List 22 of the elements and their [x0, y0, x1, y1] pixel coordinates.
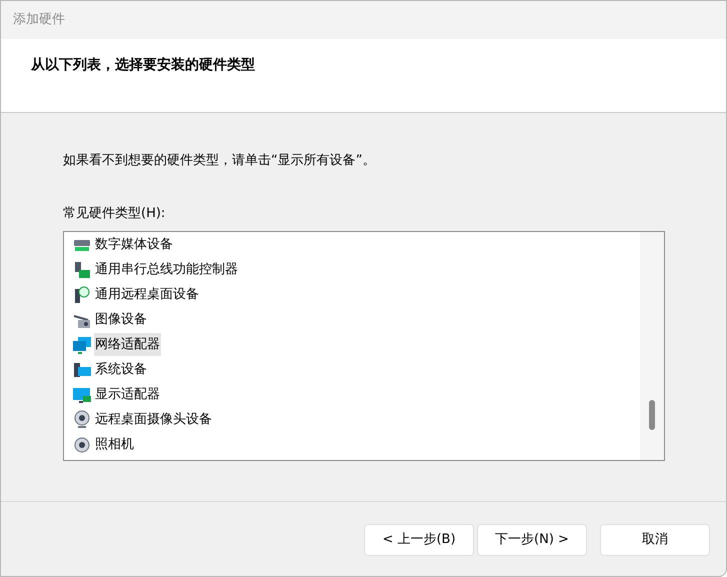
list-item[interactable]: 系统设备 [94, 358, 148, 381]
remote-desktop-icon [72, 284, 92, 304]
list-item[interactable]: 通用远程桌面设备 [94, 283, 200, 306]
list-item[interactable]: 图像设备 [94, 308, 148, 331]
scrollbar[interactable] [640, 232, 664, 460]
wizard-button[interactable]: < 上一步(B) [364, 524, 474, 556]
list-item[interactable]: 网络适配器 [94, 333, 161, 356]
list-item[interactable]: 远程桌面摄像头设备 [94, 408, 213, 431]
list-label: 常见硬件类型(H): [63, 204, 166, 222]
list-item[interactable]: 显示适配器 [94, 383, 161, 406]
list-item[interactable]: 数字媒体设备 [94, 233, 174, 256]
instruction-text: 如果看不到想要的硬件类型，请单击“显示所有设备”。 [63, 152, 376, 170]
list-item[interactable]: 照相机 [94, 433, 135, 456]
page-heading: 从以下列表，选择要安装的硬件类型 [31, 56, 255, 75]
webcam-icon [72, 410, 92, 430]
wizard-button[interactable]: 取消 [600, 524, 710, 556]
usb-device-icon [72, 260, 92, 280]
window-title: 添加硬件 [13, 11, 65, 30]
network-icon [72, 334, 92, 354]
list-item[interactable]: 通用串行总线功能控制器 [94, 258, 239, 281]
webcam-icon [72, 434, 92, 454]
wizard-button[interactable]: 下一步(N) > [477, 524, 587, 556]
